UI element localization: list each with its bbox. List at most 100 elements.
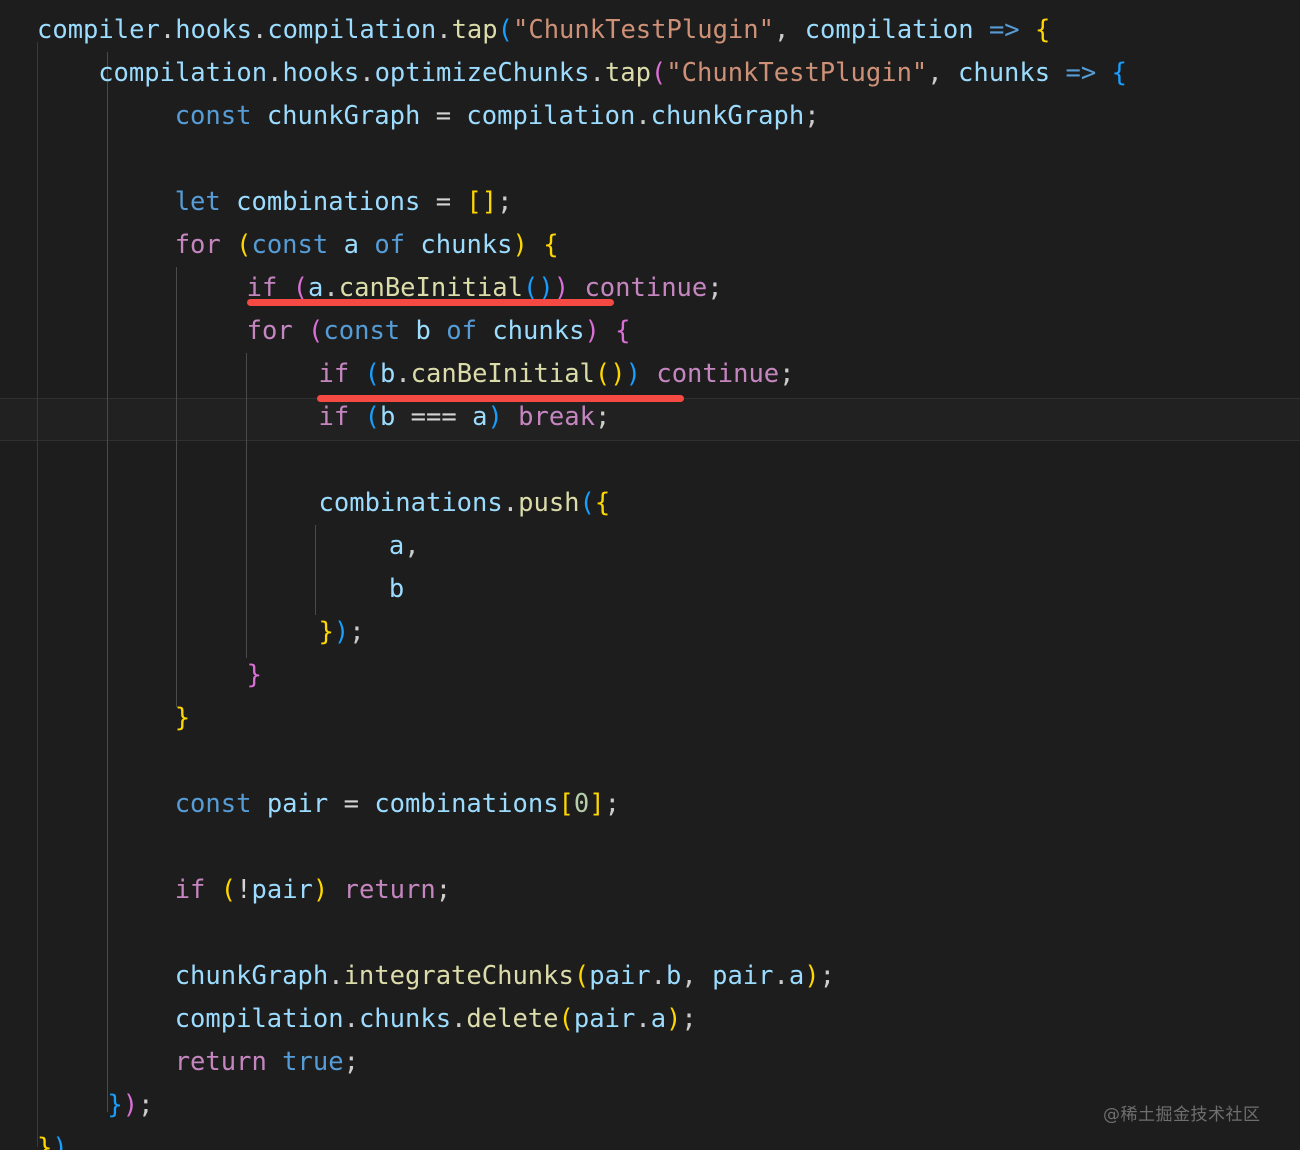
token: chunkGraph: [174, 961, 329, 991]
token: break: [518, 402, 595, 432]
watermark: @稀土掘金技术社区: [1103, 1105, 1261, 1125]
token: =: [343, 789, 359, 819]
token: const: [174, 789, 252, 819]
token: ,: [773, 15, 805, 45]
token: of: [446, 316, 477, 346]
code-line-10[interactable]: if (b === a) break;: [319, 396, 611, 440]
code-line-8[interactable]: for (const b of chunks) {: [247, 310, 631, 354]
token: for: [174, 230, 221, 260]
token: ;: [707, 273, 723, 303]
token: ,: [404, 531, 420, 561]
token: pair: [589, 961, 651, 991]
token: .: [328, 961, 344, 991]
token: compiler: [37, 15, 160, 45]
code-line-6[interactable]: for (const a of chunks) {: [175, 224, 559, 268]
token: ): [312, 875, 329, 905]
token: if: [174, 875, 206, 905]
code-line-1[interactable]: compiler.hooks.compilation.tap("ChunkTes…: [37, 9, 1050, 53]
token: ): [52, 1133, 68, 1150]
token: }: [107, 1090, 123, 1120]
token: b: [666, 961, 682, 991]
token: delete: [466, 1004, 559, 1034]
token: for: [246, 316, 293, 346]
token: {: [543, 230, 559, 260]
indent-guide-1: [107, 52, 108, 1112]
token: chunks: [358, 1004, 452, 1034]
code-editor[interactable]: compiler.hooks.compilation.tap("ChunkTes…: [0, 0, 1300, 1150]
code-line-7[interactable]: if (a.canBeInitial()) continue;: [247, 267, 723, 311]
token: ]: [589, 789, 605, 819]
token: tap: [451, 15, 498, 45]
indent-guide-0: [37, 42, 38, 1147]
code-line-17[interactable]: }: [175, 697, 190, 741]
token: {: [615, 316, 631, 346]
token: pair: [266, 789, 329, 819]
token: .: [451, 1004, 467, 1034]
token: (: [573, 961, 590, 991]
token: 0: [573, 789, 590, 819]
token: .: [159, 15, 176, 45]
token: }: [37, 1133, 53, 1150]
code-line-15[interactable]: });: [319, 611, 365, 655]
code-line-21[interactable]: if (!pair) return;: [175, 869, 451, 913]
code-line-14[interactable]: b: [389, 568, 404, 612]
token: pair: [712, 961, 774, 991]
token: combinations: [236, 187, 421, 217]
token: (: [236, 230, 252, 260]
token: let: [174, 187, 221, 217]
code-line-23[interactable]: chunkGraph.integrateChunks(pair.b, pair.…: [175, 955, 835, 999]
token: .: [635, 101, 651, 131]
token: ): [487, 402, 503, 432]
token: .: [323, 273, 339, 303]
indent-guide-2: [176, 267, 177, 707]
token: =: [435, 101, 452, 131]
current-line-highlight: [0, 398, 1300, 441]
token: ;: [681, 1004, 697, 1034]
token: {: [1111, 58, 1127, 88]
token: chunks: [492, 316, 585, 346]
token: continue: [584, 273, 708, 303]
token: push: [518, 488, 580, 518]
code-line-5[interactable]: let combinations = [];: [175, 181, 513, 225]
code-line-12[interactable]: combinations.push({: [319, 482, 611, 526]
token: ;: [435, 875, 452, 905]
code-line-2[interactable]: compilation.hooks.optimizeChunks.tap("Ch…: [98, 52, 1127, 96]
token: "ChunkTestPlugin": [666, 58, 928, 88]
token: (): [523, 273, 554, 303]
token: ;: [594, 402, 611, 432]
code-line-16[interactable]: }: [247, 654, 262, 698]
code-line-24[interactable]: compilation.chunks.delete(pair.a);: [175, 998, 697, 1042]
token: (: [579, 488, 595, 518]
token: =>: [988, 15, 1020, 45]
token: ;: [349, 617, 365, 647]
code-line-27[interactable]: }): [37, 1127, 68, 1150]
code-line-19[interactable]: const pair = combinations[0];: [175, 783, 620, 827]
token: chunks: [420, 230, 513, 260]
token: {: [1035, 15, 1051, 45]
token: ): [584, 316, 600, 346]
code-line-26[interactable]: });: [107, 1084, 153, 1128]
code-line-25[interactable]: return true;: [175, 1041, 359, 1085]
token: ;: [804, 101, 820, 131]
token: const: [323, 316, 401, 346]
token: chunkGraph: [650, 101, 805, 131]
code-line-9[interactable]: if (b.canBeInitial()) continue;: [319, 353, 795, 397]
token: pair: [251, 875, 313, 905]
code-line-13[interactable]: a,: [389, 525, 420, 569]
token: .: [589, 58, 605, 88]
code-line-3[interactable]: const chunkGraph = compilation.chunkGrap…: [175, 95, 820, 139]
